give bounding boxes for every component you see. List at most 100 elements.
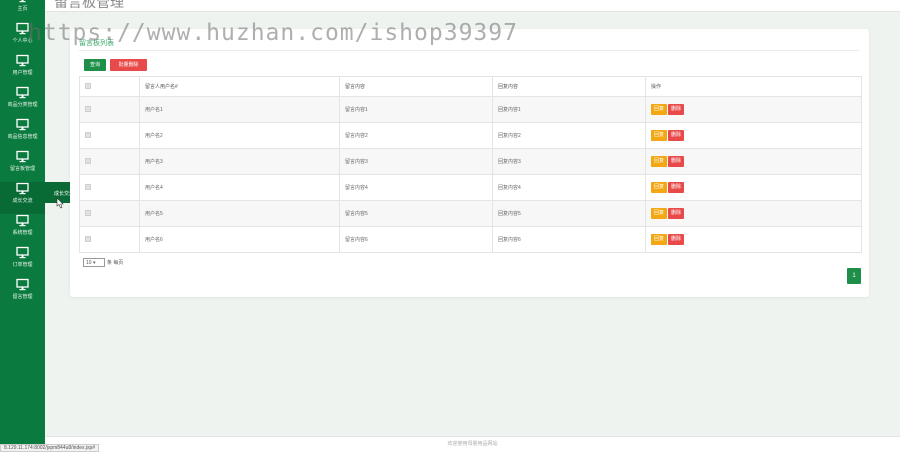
table-row: 用户名6 留言内容6 回复内容6 回复 删除 — [79, 226, 862, 253]
content-cell: 留言内容4 — [339, 174, 493, 201]
sidebar-item-label: 留言板管理 — [9, 166, 35, 172]
content-cell: 留言内容2 — [339, 122, 493, 149]
monitor-icon — [16, 118, 29, 131]
monitor-icon — [16, 278, 29, 291]
reply-cell: 回复内容3 — [492, 148, 646, 175]
sidebar-item-label: 主页 — [17, 6, 28, 12]
delete-button[interactable]: 删除 — [668, 156, 685, 167]
username-cell: 用户名2 — [139, 122, 340, 149]
reply-button[interactable]: 回复 — [651, 156, 668, 167]
delete-button[interactable]: 删除 — [668, 234, 685, 245]
delete-button[interactable]: 删除 — [668, 130, 685, 141]
content-cell: 留言内容6 — [339, 226, 493, 253]
sidebar-item-label: 成长交流 — [12, 198, 33, 204]
message-table: 留言人用户名# 留言内容 回复内容 操作 用户名1 留言内容1 回复内容1 回复 删除用… — [79, 76, 862, 253]
sidebar-item-7[interactable]: 系统管理 — [0, 214, 45, 246]
sidebar-item-label: 商品分类管理 — [7, 102, 38, 108]
monitor-icon — [16, 150, 29, 163]
row-checkbox[interactable] — [85, 105, 91, 112]
username-cell: 用户名1 — [139, 96, 340, 123]
delete-button[interactable]: 删除 — [668, 182, 685, 193]
row-select-cell[interactable] — [79, 226, 140, 253]
select-all-checkbox[interactable] — [85, 82, 91, 89]
row-checkbox[interactable] — [85, 157, 91, 164]
table-row: 用户名5 留言内容5 回复内容5 回复 删除 — [79, 200, 862, 227]
footer: 欢迎使用母婴用品网站 — [45, 436, 900, 452]
column-header-actions: 操作 — [645, 76, 862, 97]
sidebar: 主页 个人中心 用户管理 商品分类管理 商品信息管理 留言板管理 成长交流 系统管理 订单管理留… — [0, 0, 45, 452]
monitor-icon — [16, 86, 29, 99]
sidebar-item-label: 用户管理 — [12, 70, 33, 76]
table-header-row: 留言人用户名# 留言内容 回复内容 操作 — [79, 76, 862, 97]
row-select-cell[interactable] — [79, 200, 140, 227]
home-icon — [16, 0, 29, 3]
sidebar-item-label: 商品信息管理 — [7, 134, 38, 140]
actions-cell: 回复 删除 — [645, 226, 862, 253]
delete-button[interactable]: 删除 — [668, 104, 685, 115]
actions-cell: 回复 删除 — [645, 122, 862, 149]
reply-cell: 回复内容2 — [492, 122, 646, 149]
monitor-icon — [16, 214, 29, 227]
sidebar-item-label: 系统管理 — [12, 230, 33, 236]
mouse-pointer-icon — [56, 197, 64, 209]
username-cell: 用户名6 — [139, 226, 340, 253]
row-checkbox[interactable] — [85, 235, 91, 242]
row-select-cell[interactable] — [79, 174, 140, 201]
column-header-username: 留言人用户名# — [139, 76, 340, 97]
row-checkbox[interactable] — [85, 183, 91, 190]
sidebar-item-5[interactable]: 留言板管理 — [0, 150, 45, 182]
table-row: 用户名2 留言内容2 回复内容2 回复 删除 — [79, 122, 862, 149]
main-panel: 留言板列表 查询 批量删除 留言人用户名# 留言内容 回复内容 操作 用户名1 留… — [70, 29, 869, 297]
delete-button[interactable]: 删除 — [668, 208, 685, 219]
page-size-select[interactable]: 10 ▾ — [83, 258, 105, 267]
page-title: 留言板管理 — [54, 0, 124, 10]
sidebar-item-0[interactable]: 主页 — [0, 0, 45, 22]
page-size-value: 10 — [86, 260, 92, 266]
row-select-cell[interactable] — [79, 148, 140, 175]
actions-cell: 回复 删除 — [645, 96, 862, 123]
row-checkbox[interactable] — [85, 131, 91, 138]
content-cell: 留言内容3 — [339, 148, 493, 175]
row-checkbox[interactable] — [85, 209, 91, 216]
reply-button[interactable]: 回复 — [651, 182, 668, 193]
actions-cell: 回复 删除 — [645, 148, 862, 175]
reply-button[interactable]: 回复 — [651, 208, 668, 219]
username-cell: 用户名3 — [139, 148, 340, 175]
sidebar-item-9[interactable]: 留言管理 — [0, 278, 45, 310]
page-size-suffix: 条 每页 — [107, 260, 124, 266]
reply-cell: 回复内容4 — [492, 174, 646, 201]
monitor-icon — [16, 246, 29, 259]
page-size-control: 10 ▾ 条 每页 — [83, 258, 123, 267]
row-select-cell[interactable] — [79, 122, 140, 149]
monitor-icon — [16, 54, 29, 67]
column-header-content: 留言内容 — [339, 76, 493, 97]
sidebar-item-3[interactable]: 商品分类管理 — [0, 86, 45, 118]
reply-button[interactable]: 回复 — [651, 104, 668, 115]
row-select-cell[interactable] — [79, 96, 140, 123]
batch-delete-button[interactable]: 批量删除 — [110, 59, 147, 71]
select-all-cell[interactable] — [79, 76, 140, 97]
watermark-text: https://www.huzhan.com/ishop39397 — [28, 20, 518, 46]
sidebar-item-4[interactable]: 商品信息管理 — [0, 118, 45, 150]
content-cell: 留言内容5 — [339, 200, 493, 227]
monitor-icon — [16, 182, 29, 195]
table-row: 用户名3 留言内容3 回复内容3 回复 删除 — [79, 148, 862, 175]
content-cell: 留言内容1 — [339, 96, 493, 123]
sidebar-item-2[interactable]: 用户管理 — [0, 54, 45, 86]
username-cell: 用户名4 — [139, 174, 340, 201]
reply-button[interactable]: 回复 — [651, 234, 668, 245]
reply-cell: 回复内容5 — [492, 200, 646, 227]
sidebar-item-6[interactable]: 成长交流 — [0, 182, 45, 214]
sidebar-item-label: 留言管理 — [12, 294, 33, 300]
page-1-button[interactable]: 1 — [847, 268, 861, 284]
username-cell: 用户名5 — [139, 200, 340, 227]
status-bar-url: 8.129.11.174:8002/jspm844u8/index.jsp# — [0, 444, 100, 452]
reply-cell: 回复内容6 — [492, 226, 646, 253]
search-button[interactable]: 查询 — [84, 59, 106, 71]
reply-button[interactable]: 回复 — [651, 130, 668, 141]
sidebar-item-8[interactable]: 订单管理 — [0, 246, 45, 278]
sidebar-item-label: 订单管理 — [12, 262, 33, 268]
actions-cell: 回复 删除 — [645, 200, 862, 227]
panel-divider — [79, 50, 859, 51]
column-header-reply: 回复内容 — [492, 76, 646, 97]
